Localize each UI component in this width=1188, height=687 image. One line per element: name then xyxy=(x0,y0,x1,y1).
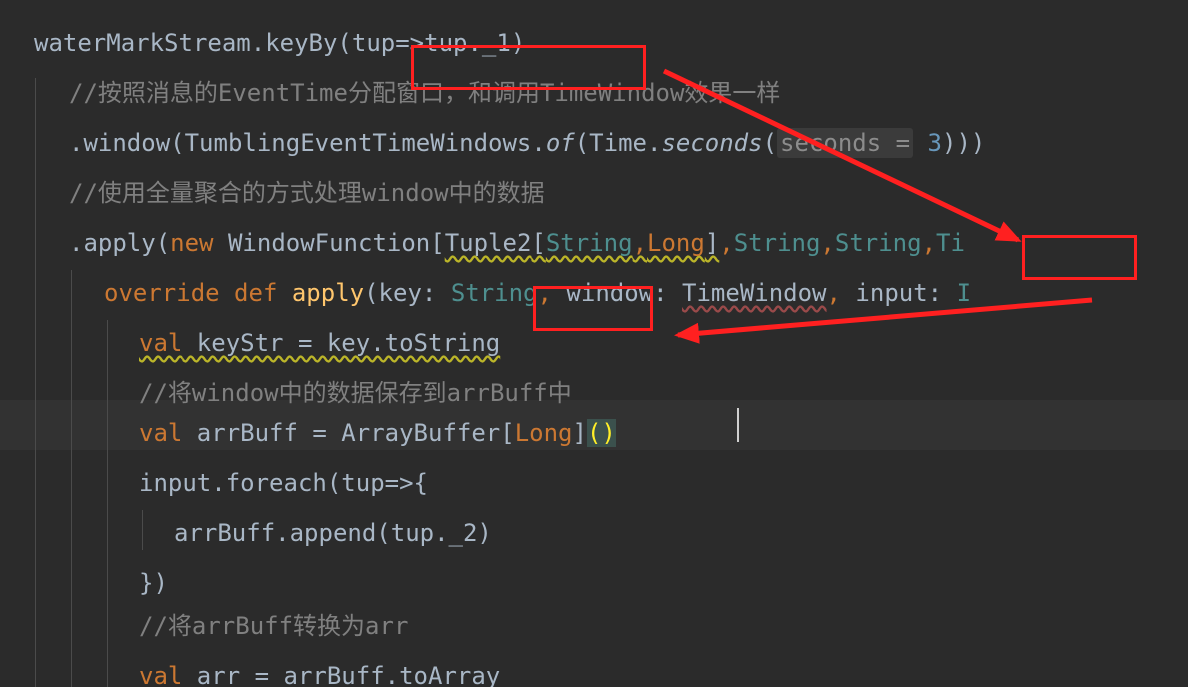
code-token: of xyxy=(545,129,575,157)
code-token: [ xyxy=(531,229,546,257)
code-token: val xyxy=(139,419,183,447)
code-line[interactable]: val arrBuff = ArrayBuffer[Long]() xyxy=(0,400,1188,450)
code-line[interactable]: //将arrBuff转换为arr xyxy=(0,593,1188,643)
code-token: arr = arrBuff.toArray xyxy=(182,662,501,687)
code-token: Tuple2 xyxy=(444,229,532,257)
code-token: //将arrBuff转换为arr xyxy=(139,612,409,640)
code-token: arrBuff = ArrayBuffer[ xyxy=(182,419,515,447)
code-token: String xyxy=(733,229,821,257)
code-token: String xyxy=(545,229,633,257)
code-token: //使用全量聚合的方式处理window中的数据 xyxy=(69,179,545,207)
code-line[interactable]: //使用全量聚合的方式处理window中的数据 xyxy=(0,160,1188,210)
code-token: ] xyxy=(572,419,587,447)
code-token: input.foreach(tup=>{ xyxy=(139,469,428,497)
code-token: (key: xyxy=(364,279,451,307)
code-token: def xyxy=(234,279,278,307)
text-caret xyxy=(737,408,739,442)
code-line[interactable]: input.foreach(tup=>{ xyxy=(0,450,1188,500)
box-key-string xyxy=(533,286,653,331)
code-token: , xyxy=(826,279,841,307)
code-token: seconds xyxy=(661,129,763,157)
code-token: val xyxy=(139,329,183,357)
code-token: , xyxy=(719,229,734,257)
code-line[interactable]: val arr = arrBuff.toArray xyxy=(0,643,1188,687)
code-token: Long xyxy=(647,229,705,257)
code-token: .apply( xyxy=(69,229,171,257)
code-token: ] xyxy=(704,229,720,257)
code-token: (Time. xyxy=(574,129,662,157)
code-editor-screenshot: waterMarkStream.keyBy(tup=>tup._1)//按照消息… xyxy=(0,0,1188,687)
code-token: String xyxy=(834,229,922,257)
editor-text-area[interactable]: waterMarkStream.keyBy(tup=>tup._1)//按照消息… xyxy=(0,0,1188,687)
code-token: , xyxy=(820,229,835,257)
code-token: .window(TumblingEventTimeWindows. xyxy=(69,129,546,157)
code-token: String xyxy=(450,279,538,307)
code-token: TimeWindow xyxy=(682,279,827,307)
code-token: () xyxy=(586,419,616,447)
code-token: new xyxy=(170,229,214,257)
code-token: apply xyxy=(291,279,365,307)
code-token: Long xyxy=(514,419,573,447)
code-token: I xyxy=(956,279,972,307)
code-token: val xyxy=(139,662,183,687)
code-token: ( xyxy=(762,129,778,157)
code-token: WindowFunction[ xyxy=(213,229,445,257)
code-line[interactable]: .apply(new WindowFunction[Tuple2[String,… xyxy=(0,210,1188,260)
code-line[interactable]: arrBuff.append(tup._2) xyxy=(0,500,1188,550)
code-token: Ti xyxy=(936,229,965,257)
code-token: , xyxy=(921,229,937,257)
code-token: override xyxy=(104,279,220,307)
box-keyby-arg xyxy=(411,45,646,90)
code-token: ))) xyxy=(942,129,986,157)
code-token: seconds = xyxy=(777,128,914,158)
code-line-text: val arr = arrBuff.toArray xyxy=(139,651,500,687)
code-line[interactable]: .window(TumblingEventTimeWindows.of(Time… xyxy=(0,110,1188,160)
code-token: arrBuff.append(tup._2) xyxy=(174,519,492,547)
code-token: keyStr = key.toString xyxy=(182,329,501,357)
code-token: input: xyxy=(840,279,957,307)
code-token: 3 xyxy=(927,129,942,157)
code-token: , xyxy=(632,229,648,257)
box-apply-string xyxy=(1022,235,1137,280)
